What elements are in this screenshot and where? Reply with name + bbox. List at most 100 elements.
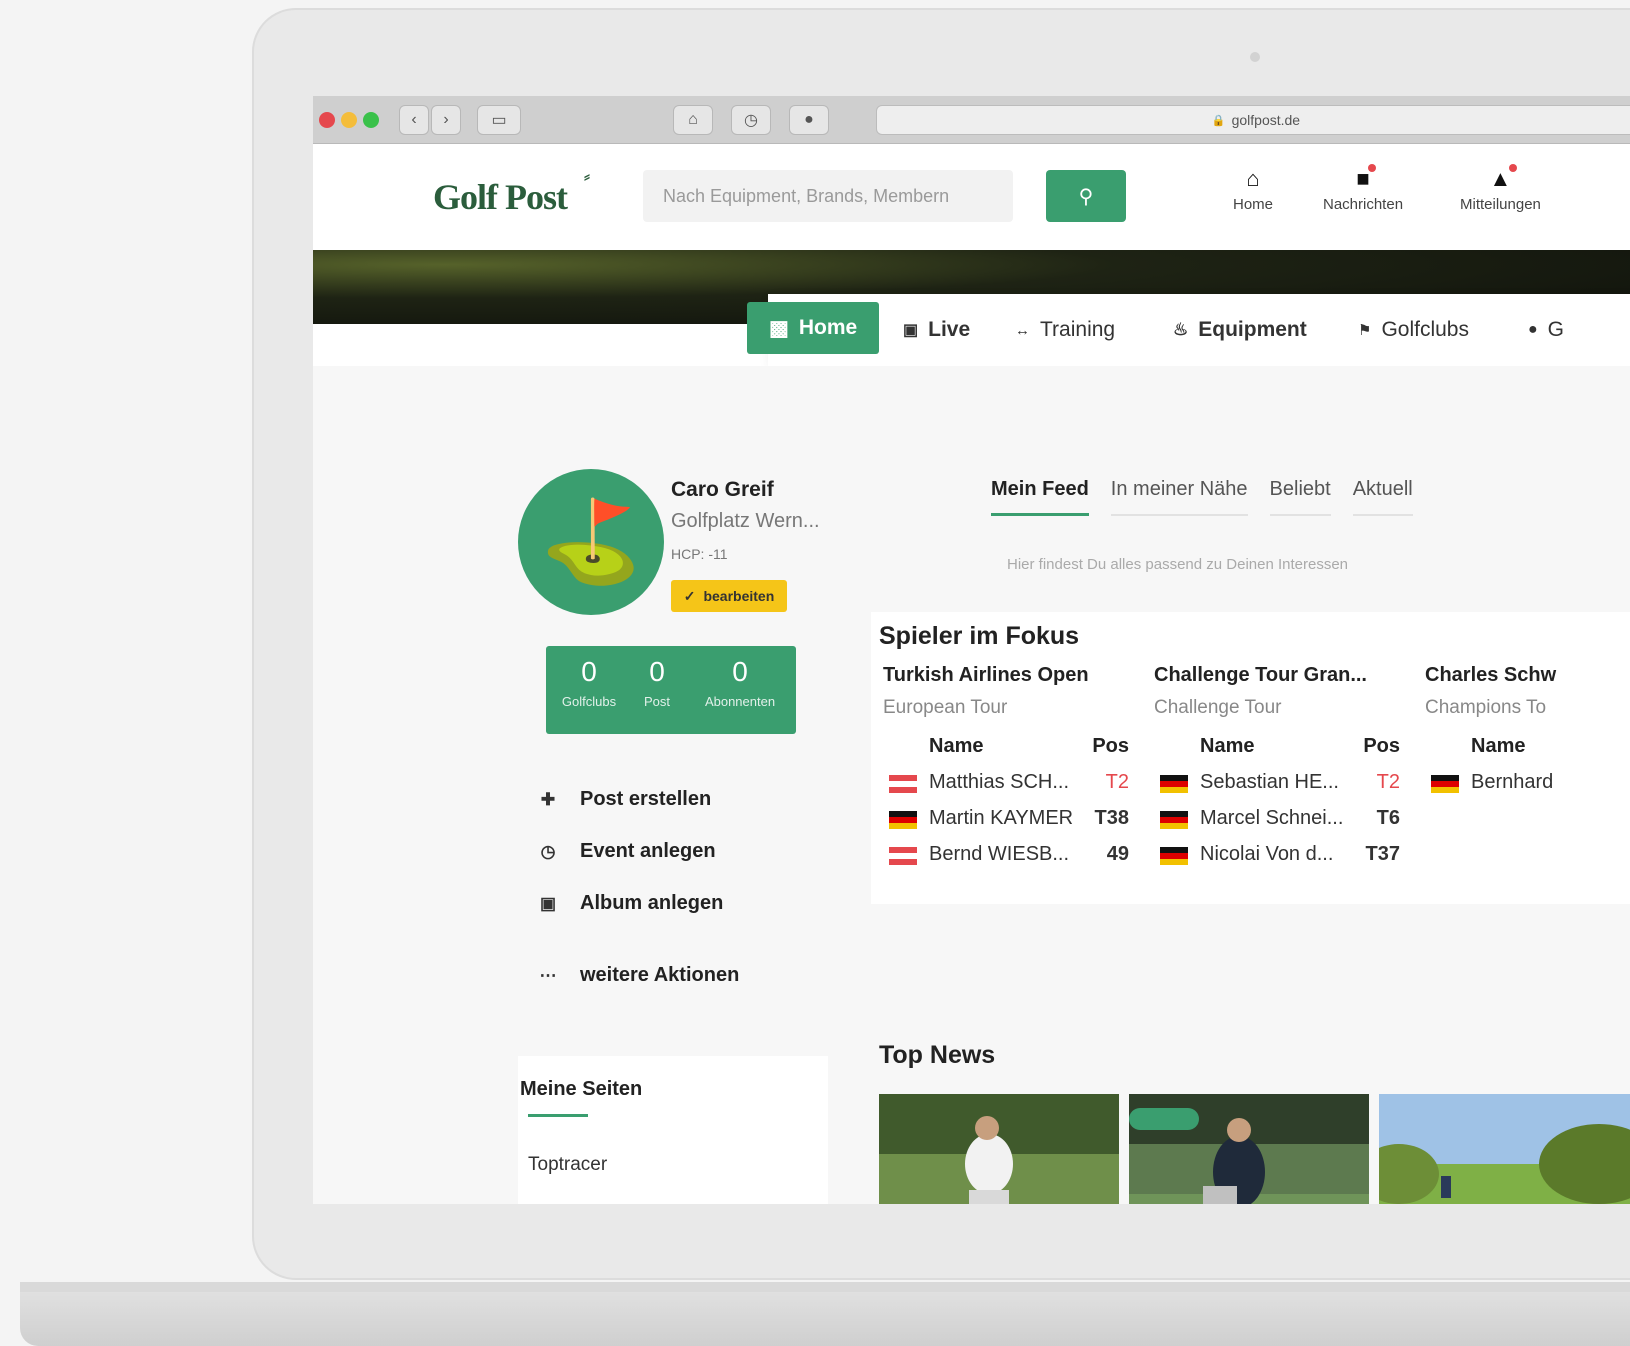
table-row[interactable]: Matthias SCH... T2: [883, 767, 1145, 803]
meine-seiten-underline: [528, 1114, 588, 1117]
tab-aktuell[interactable]: Aktuell: [1352, 478, 1413, 516]
mainnav-golfclubs[interactable]: ⚑ Golfclubs: [1358, 294, 1469, 366]
germany-flag-icon: [1160, 847, 1188, 865]
home-browser-button[interactable]: ⌂: [673, 105, 713, 135]
message-icon: ■: [1356, 164, 1376, 196]
maximize-window-button[interactable]: [363, 112, 379, 128]
tour-name: Challenge Tour: [1154, 697, 1282, 718]
topnav-nachrichten-label: Nachrichten: [1323, 196, 1404, 213]
mainnav-live[interactable]: ▣ Live: [903, 294, 970, 366]
unread-dot: [1367, 164, 1376, 172]
tour-column[interactable]: Challenge Tour Gran... Challenge Tour Na…: [1154, 664, 1416, 875]
table-row[interactable]: Bernhard: [1425, 767, 1630, 803]
golfer-icon: ⛳: [541, 497, 641, 586]
feed-tabs: Mein Feed In meiner Nähe Beliebt Aktuell: [991, 478, 1413, 516]
edit-profile-button[interactable]: ✓ bearbeiten: [671, 580, 787, 612]
scene: ‹ › ▭ ⌂ ◷ ● 🔒 golfpost.de Golf Post ⸗ Nac…: [0, 0, 1630, 1346]
home-icon: ⌂: [1246, 166, 1260, 191]
search-icon: ⚲: [1078, 185, 1094, 208]
table-row[interactable]: Marcel Schnei... T6: [1154, 803, 1416, 839]
austria-flag-icon: [889, 775, 917, 793]
back-button[interactable]: ‹: [399, 105, 429, 135]
tab-beliebt[interactable]: Beliebt: [1269, 478, 1331, 516]
feed-hint: Hier findest Du alles passend zu Deinen …: [1007, 556, 1349, 573]
laptop-camera: [1250, 52, 1260, 62]
top-news-title: Top News: [879, 1041, 996, 1069]
more-icon: ⋯: [539, 965, 557, 985]
col-name: Name: [1471, 735, 1526, 757]
topnav-home[interactable]: ⌂ Home: [1233, 166, 1273, 213]
search-button[interactable]: ⚲: [1046, 170, 1126, 222]
close-window-button[interactable]: [319, 112, 335, 128]
news-card[interactable]: [1129, 1094, 1369, 1204]
action-post-erstellen[interactable]: ✚ Post erstellen: [538, 788, 711, 811]
stat-abonnenten[interactable]: 0 Abonnenten: [692, 656, 788, 709]
profile-hcp: HCP: -11: [671, 546, 728, 562]
address-bar[interactable]: 🔒 golfpost.de: [876, 105, 1630, 135]
germany-flag-icon: [889, 811, 917, 829]
topnav-mitteilungen[interactable]: ▲ Mitteilungen: [1460, 164, 1541, 213]
austria-flag-icon: [889, 847, 917, 865]
table-row[interactable]: Sebastian HE... T2: [1154, 767, 1416, 803]
site-header: Golf Post ⸗ Nach Equipment, Brands, Membe…: [313, 144, 1630, 250]
browser-toolbar: ‹ › ▭ ⌂ ◷ ● 🔒 golfpost.de: [313, 96, 1630, 144]
tour-column[interactable]: Turkish Airlines Open European Tour Name…: [883, 664, 1145, 875]
table-row[interactable]: Bernd WIESB... 49: [883, 839, 1145, 875]
tv-icon: ▣: [903, 322, 919, 339]
laptop-base: [20, 1282, 1630, 1346]
mainnav-equipment[interactable]: ♨ Equipment: [1173, 294, 1307, 366]
laptop-base-edge: [20, 1282, 1630, 1292]
lock-icon: 🔒: [1211, 114, 1226, 127]
url-text: golfpost.de: [1231, 112, 1301, 128]
unread-dot: [1509, 164, 1518, 172]
spieler-im-fokus-card: Spieler im Fokus Turkish Airlines Open E…: [871, 612, 1630, 904]
action-weitere-aktionen[interactable]: ⋯ weitere Aktionen: [538, 964, 740, 987]
table-header: Name Pos: [883, 731, 1145, 767]
table-row[interactable]: Martin KAYMER T38: [883, 803, 1145, 839]
arrows-icon: ↔: [1015, 321, 1030, 339]
action-album-anlegen[interactable]: ▣ Album anlegen: [538, 892, 723, 915]
section-title: Spieler im Fokus: [879, 622, 1080, 650]
col-name: Name: [929, 735, 984, 757]
home-icon: ▩: [769, 316, 789, 340]
avatar[interactable]: ⛳: [518, 469, 664, 615]
flag-icon: ⚑: [1358, 322, 1372, 339]
tab-in-meiner-naehe[interactable]: In meiner Nähe: [1110, 478, 1248, 516]
minimize-window-button[interactable]: [341, 112, 357, 128]
news-image: [1379, 1094, 1630, 1204]
forward-button[interactable]: ›: [431, 105, 461, 135]
tab-mein-feed[interactable]: Mein Feed: [991, 478, 1089, 516]
topnav-nachrichten[interactable]: ■ Nachrichten: [1323, 164, 1404, 213]
mainnav-training[interactable]: ↔ Training: [1015, 294, 1115, 366]
meine-seiten-title: Meine Seiten: [520, 1078, 643, 1100]
news-card[interactable]: [879, 1094, 1119, 1204]
meine-seiten-item[interactable]: Toptracer: [528, 1154, 607, 1176]
golf-bag-icon: ♨: [1173, 320, 1189, 339]
germany-flag-icon: [1431, 775, 1459, 793]
news-image: [879, 1094, 1119, 1204]
stat-golfclubs[interactable]: 0 Golfclubs: [554, 656, 624, 709]
plus-circle-icon: ✚: [540, 789, 556, 809]
golfpost-logo[interactable]: Golf Post ⸗: [433, 166, 590, 218]
germany-flag-icon: [1160, 811, 1188, 829]
news-card[interactable]: [1379, 1094, 1630, 1204]
tour-column[interactable]: Charles Schw Champions To Name Bernhard: [1425, 664, 1630, 803]
history-button[interactable]: ◷: [731, 105, 771, 135]
sidebar-toggle-button[interactable]: ▭: [477, 105, 521, 135]
mainnav-home[interactable]: ▩ Home: [747, 302, 880, 354]
stat-post[interactable]: 0 Post: [632, 656, 682, 709]
tour-name: European Tour: [883, 697, 1008, 718]
main-nav: ▩ Home ▣ Live ↔ Training ♨ Equipment ⚑ Golfcl…: [747, 294, 1630, 366]
profile-name[interactable]: Caro Greif: [671, 478, 774, 502]
meine-seiten-card: Meine Seiten Toptracer: [518, 1056, 828, 1204]
adblock-button[interactable]: ●: [789, 105, 829, 135]
bell-icon: ▲: [1490, 164, 1518, 196]
tournament-name: Charles Schw: [1425, 664, 1557, 686]
col-pos: Pos: [1363, 735, 1400, 757]
mainnav-g[interactable]: ● G: [1528, 294, 1564, 366]
table-row[interactable]: Nicolai Von d... T37: [1154, 839, 1416, 875]
search-input[interactable]: Nach Equipment, Brands, Membern: [643, 170, 1013, 222]
action-event-anlegen[interactable]: ◷ Event anlegen: [538, 840, 716, 863]
tournament-name: Challenge Tour Gran...: [1154, 664, 1367, 686]
profile-club: Golfplatz Wern...: [671, 510, 820, 532]
